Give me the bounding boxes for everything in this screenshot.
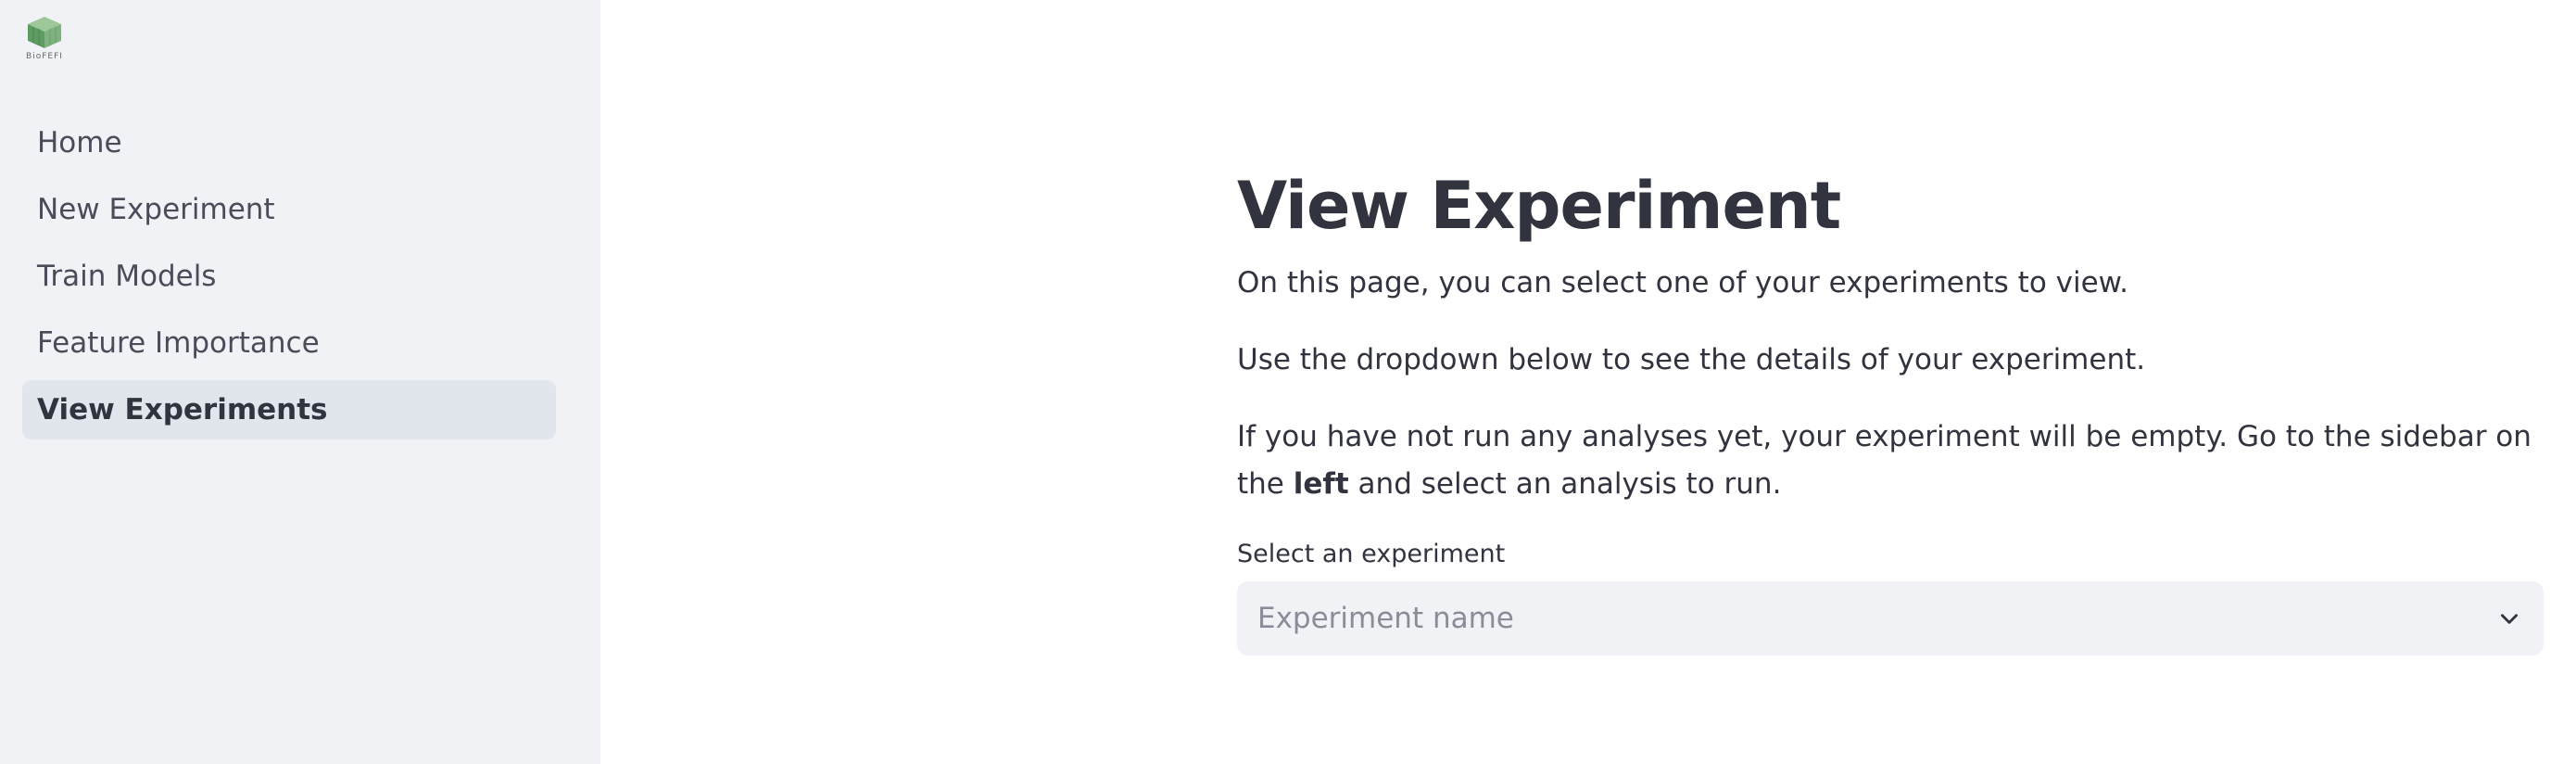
select-experiment-label: Select an experiment <box>1237 540 1506 568</box>
logo-text: BioFEFI <box>26 52 63 61</box>
cube-logo-icon <box>28 17 61 48</box>
empty-experiment-note: If you have not run any analyses yet, yo… <box>1237 414 2544 508</box>
sidebar-nav: Home New Experiment Train Models Feature… <box>22 113 556 447</box>
instruction-paragraph: Use the dropdown below to see the detail… <box>1237 343 2146 376</box>
sidebar-item-label: Train Models <box>37 260 217 293</box>
sidebar-item-view-experiments[interactable]: View Experiments <box>22 380 556 439</box>
chevron-down-icon <box>2501 614 2518 624</box>
sidebar-item-label: Feature Importance <box>37 326 320 360</box>
page-title: View Experiment <box>1237 168 1841 244</box>
note-text-end: and select an analysis to run. <box>1348 467 1782 501</box>
main-content: View Experiment On this page, you can se… <box>1237 167 2544 656</box>
sidebar-item-home[interactable]: Home <box>22 113 556 172</box>
experiment-select-placeholder: Experiment name <box>1257 602 1514 635</box>
note-bold-left: left <box>1293 467 1349 501</box>
app: BioFEFI Home New Experiment Train Models… <box>0 0 2576 764</box>
sidebar-item-feature-importance[interactable]: Feature Importance <box>22 313 556 373</box>
sidebar-item-label: Home <box>37 126 122 159</box>
experiment-select[interactable]: Experiment name <box>1237 581 2544 656</box>
sidebar-item-label: View Experiments <box>37 393 328 427</box>
intro-paragraph: On this page, you can select one of your… <box>1237 266 2129 299</box>
app-logo[interactable]: BioFEFI <box>20 15 69 63</box>
sidebar-item-train-models[interactable]: Train Models <box>22 247 556 306</box>
sidebar-item-new-experiment[interactable]: New Experiment <box>22 180 556 239</box>
sidebar-item-label: New Experiment <box>37 193 275 226</box>
sidebar: BioFEFI Home New Experiment Train Models… <box>0 0 600 764</box>
